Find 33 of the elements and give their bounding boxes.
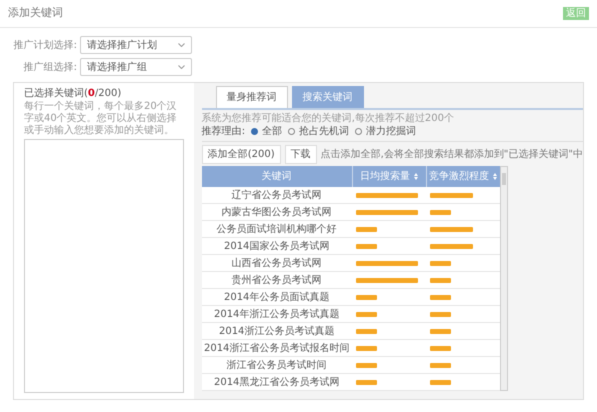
radio-option[interactable]: 潜力挖掘词 (355, 125, 416, 138)
table-cell-text: 内蒙古华图公务员考试网 (220, 206, 333, 220)
table-cell-text: 2014浙江公务员考试真题 (218, 324, 336, 338)
dialog-title: 添加关键词 (8, 5, 63, 22)
table-cell-text: 2014年浙江公务员考试真题 (212, 308, 340, 322)
field-label: 推广计划选择: (12, 38, 78, 52)
description-text: 系统为您推荐可能适合您的关键词,每次推荐不超过200个 (202, 113, 455, 125)
table-cell-text: 山西省公务员考试网 (230, 256, 323, 270)
sort-icon[interactable] (414, 173, 418, 180)
sort-icon[interactable] (493, 173, 498, 180)
keyword-input-area[interactable] (24, 139, 184, 393)
download-button[interactable]: 下载 (284, 145, 317, 164)
selected-keywords-title: 已选择关键词(0/200) (24, 86, 122, 100)
radio-option[interactable]: 全部 (251, 125, 282, 138)
select-field[interactable]: 请选择推广组 (80, 58, 192, 76)
tab[interactable]: 量身推荐词 (216, 86, 288, 108)
add-all-button[interactable]: 添加全部(200) (202, 145, 281, 164)
radio-option[interactable]: 抢占先机词 (288, 125, 350, 138)
table-cell-text: 2014黑龙江省公务员考试网 (212, 376, 340, 390)
table-cell-text: 公务员面试培训机构哪个好 (216, 222, 338, 236)
chevron-down-icon (178, 65, 185, 69)
table-cell-text: 浙江省公务员考试时间 (226, 358, 328, 372)
select-field[interactable]: 请选择推广计划 (80, 36, 192, 54)
table-cell-text: 贵州省公务员考试网 (230, 274, 323, 288)
hint-text: 每行一个关键词，每个最多20个汉字或40个英文。您可以从右侧选择或手动输入您想要添加的关键词。 (24, 101, 178, 137)
field-label: 推广组选择: (22, 60, 78, 74)
reason-label: 推荐理由: (202, 125, 246, 138)
table-cell-text: 辽宁省公务员考试网 (230, 188, 323, 202)
table-cell-text: 2014年公务员面试真题 (222, 290, 330, 304)
note-text: 点击添加全部,会将全部搜索结果都添加到"已选择关键词"中 (320, 148, 583, 160)
table-cell-text: 2014浙江省公务员考试报名时间 (202, 342, 350, 356)
table-cell-text: 2014国家公务员考试网 (222, 240, 330, 254)
chevron-down-icon (178, 43, 185, 47)
